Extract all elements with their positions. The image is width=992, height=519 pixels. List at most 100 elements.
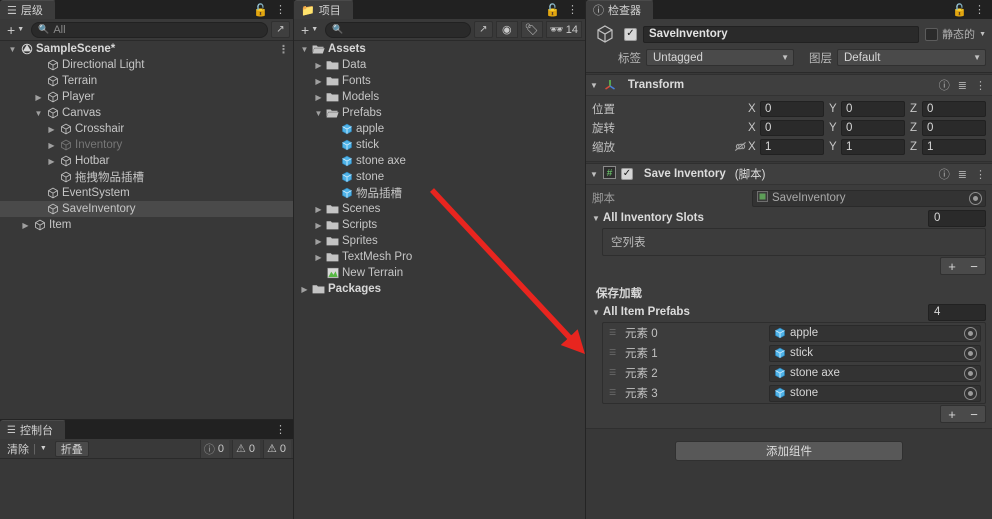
foldout-closed-icon[interactable]: ▶ [312,205,325,214]
tab-console[interactable]: ☰ 控制台 [0,420,66,439]
project-item[interactable]: stone [294,169,585,185]
project-open-in-window-button[interactable]: ↗ [473,21,493,38]
preset-icon[interactable]: ≣ [958,79,967,92]
object-picker-icon[interactable] [964,326,977,340]
project-item[interactable]: ▼ Prefabs [294,105,585,121]
transform-z-input[interactable]: 0 [922,100,986,117]
filter-by-label-button[interactable]: 🏷 [520,21,543,38]
foldout-closed-icon[interactable]: ▶ [312,237,325,246]
project-item[interactable]: ▶ Packages [294,281,585,297]
foldout-closed-icon[interactable]: ▶ [312,61,325,70]
foldout-closed-icon[interactable]: ▶ [45,141,58,150]
console-warning-count[interactable]: ⚠ 0 [232,439,260,458]
transform-x-input[interactable]: 0 [760,100,824,117]
object-picker-icon[interactable] [969,191,982,205]
static-checkbox[interactable]: ✓ [925,27,939,41]
filter-favorites-button[interactable]: 🕶 14 [545,21,582,38]
preset-icon[interactable]: ≣ [958,168,967,181]
component-menu-icon[interactable]: ⋮ [975,168,986,181]
drag-handle-icon[interactable]: ☰ [609,369,621,377]
console-menu-icon[interactable]: ⋮ [275,423,286,436]
hierarchy-item[interactable]: SaveInventory [0,201,293,217]
console-clear-button[interactable]: 清除 | ▼ [2,441,52,457]
tab-hierarchy[interactable]: ☰ 层级 [0,0,56,19]
all-inventory-slots-header[interactable]: ▼ All Inventory Slots 0 [592,208,986,228]
foldout-open-icon[interactable]: ▼ [32,109,45,118]
hierarchy-item[interactable]: 拖拽物品插槽 [0,169,293,185]
hierarchy-item[interactable]: ▼ Canvas [0,105,293,121]
array-element-object-field[interactable]: stone [769,384,981,402]
hierarchy-search-input[interactable]: 🔍 All [31,21,268,38]
hierarchy-item[interactable]: ▶ Crosshair [0,121,293,137]
lock-icon[interactable]: 🔓 [952,3,967,17]
project-item[interactable]: ▼ Assets [294,41,585,57]
foldout-closed-icon[interactable]: ▶ [45,125,58,134]
project-item[interactable]: ▶ Models [294,89,585,105]
hierarchy-item[interactable]: Terrain [0,73,293,89]
lock-icon[interactable]: 🔓 [545,3,560,17]
foldout-closed-icon[interactable]: ▶ [45,157,58,166]
project-item[interactable]: ▶ Data [294,57,585,73]
project-tree[interactable]: ▼ Assets ▶ Data ▶ Fonts ▶ Models ▼ Prefabs apple st… [294,41,585,519]
foldout-closed-icon[interactable]: ▶ [312,253,325,262]
foldout-closed-icon[interactable]: ▶ [312,93,325,102]
transform-z-input[interactable]: 0 [922,119,986,136]
hierarchy-item[interactable]: ▶ Player [0,89,293,105]
gameobject-name-input[interactable]: SaveInventory [643,25,920,43]
transform-z-input[interactable]: 1 [922,138,986,155]
foldout-open-icon[interactable]: ▼ [6,45,19,54]
hierarchy-item[interactable]: ▼ SampleScene* ⋮ [0,41,293,57]
console-error-count[interactable]: ⚠ 0 [263,439,291,458]
all-inventory-slots-size-input[interactable]: 0 [928,209,986,227]
lock-icon[interactable]: 🔓 [253,3,268,17]
transform-y-input[interactable]: 1 [841,138,905,155]
project-item[interactable]: 物品插槽 [294,185,585,201]
all-item-prefabs-header[interactable]: ▼ All Item Prefabs 4 [592,302,986,322]
foldout-arrow-icon[interactable]: ▼ [590,170,598,179]
gameobject-enabled-checkbox[interactable]: ✓ [624,27,637,41]
project-item[interactable]: New Terrain [294,265,585,281]
project-item[interactable]: stone axe [294,153,585,169]
hierarchy-item[interactable]: EventSystem [0,185,293,201]
object-picker-icon[interactable] [964,366,977,380]
foldout-arrow-icon[interactable]: ▼ [592,214,600,223]
project-item[interactable]: apple [294,121,585,137]
project-item[interactable]: ▶ Sprites [294,233,585,249]
panel-menu-icon[interactable]: ⋮ [275,3,286,16]
project-item[interactable]: ▶ TextMesh Pro [294,249,585,265]
drag-handle-icon[interactable]: ☰ [609,329,621,337]
panel-menu-icon[interactable]: ⋮ [567,3,578,16]
static-dropdown-icon[interactable]: ▼ [979,31,986,38]
transform-component-header[interactable]: ▼ Transform ⓘ ≣ ⋮ [586,75,992,96]
all-item-prefabs-size-input[interactable]: 4 [928,303,986,321]
component-enabled-checkbox[interactable]: ✓ [620,168,633,180]
object-picker-icon[interactable] [964,386,977,400]
layer-dropdown[interactable]: Default ▼ [837,49,986,66]
foldout-closed-icon[interactable]: ▶ [32,93,45,102]
foldout-closed-icon[interactable]: ▶ [312,221,325,230]
transform-y-input[interactable]: 0 [841,119,905,136]
drag-handle-icon[interactable]: ☰ [609,349,621,357]
create-gameobject-button[interactable]: + ▼ [3,21,28,38]
create-asset-button[interactable]: + ▼ [297,21,322,38]
tag-dropdown[interactable]: Untagged ▼ [646,49,794,66]
project-search-input[interactable]: 🔍 [325,21,471,38]
hierarchy-item[interactable]: ▶ Inventory [0,137,293,153]
drag-handle-icon[interactable]: ☰ [609,389,621,397]
tab-project[interactable]: 📁 项目 [294,0,354,19]
help-icon[interactable]: ⓘ [939,77,950,93]
script-reference-field[interactable]: SaveInventory [752,189,986,207]
console-message-list[interactable] [0,459,293,519]
project-item[interactable]: stick [294,137,585,153]
console-log-count[interactable]: ⓘ 0 [199,439,229,458]
console-collapse-button[interactable]: 折叠 [54,440,89,457]
hierarchy-item[interactable]: ▶ Hotbar [0,153,293,169]
tab-inspector[interactable]: ⓘ 检查器 [586,0,654,19]
project-item[interactable]: ▶ Scenes [294,201,585,217]
transform-y-input[interactable]: 0 [841,100,905,117]
array-element-object-field[interactable]: stick [769,344,981,362]
foldout-closed-icon[interactable]: ▶ [312,77,325,86]
transform-x-input[interactable]: 1 [760,138,824,155]
hierarchy-tree[interactable]: ▼ SampleScene* ⋮ Directional Light Terrain ▶ P… [0,41,293,419]
project-item[interactable]: ▶ Fonts [294,73,585,89]
